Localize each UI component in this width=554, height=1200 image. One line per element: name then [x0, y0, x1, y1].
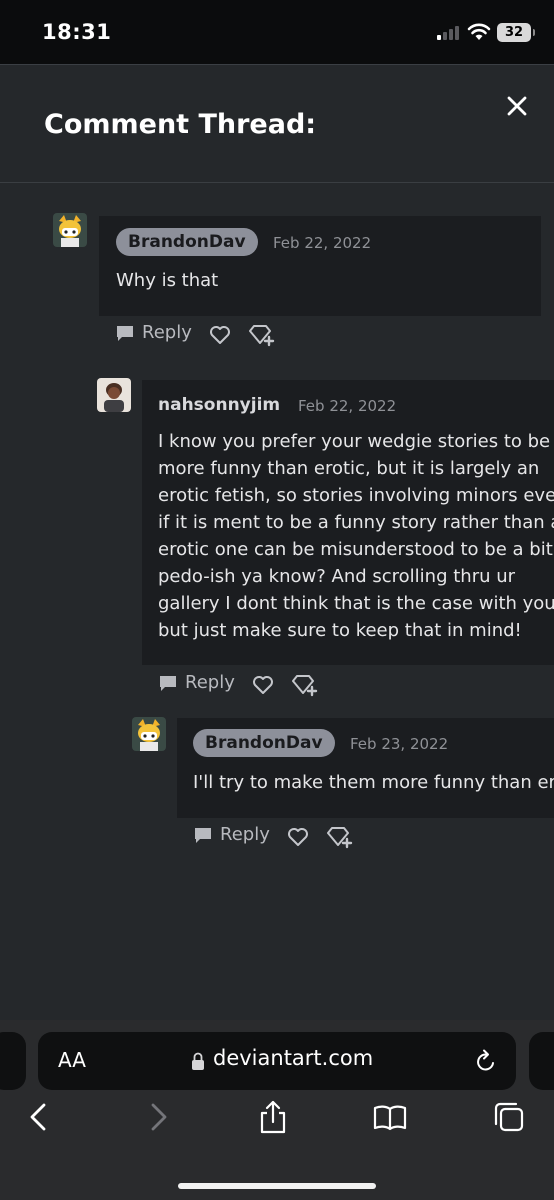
reply-bubble-icon [195, 827, 211, 843]
award-icon[interactable] [327, 825, 353, 849]
reply-label: Reply [220, 824, 270, 845]
next-tab-bar[interactable] [529, 1032, 554, 1090]
heart-icon[interactable] [209, 324, 231, 346]
comment-line: pedo-ish ya know? And scrolling thru ur [158, 566, 516, 587]
modal-header: Comment Thread: [0, 65, 554, 183]
status-time: 18:31 [42, 20, 112, 44]
avatar[interactable] [132, 717, 166, 751]
previous-tab-bar[interactable] [0, 1032, 26, 1090]
tabs-icon[interactable] [492, 1100, 526, 1134]
bookmarks-icon[interactable] [373, 1100, 407, 1134]
comment-line: if it is ment to be a funny story rather… [158, 512, 554, 533]
reply-bubble-icon [117, 325, 133, 341]
comment-date[interactable]: Feb 23, 2022 [350, 735, 448, 753]
comment-line: I'll try to make them more funny than er… [193, 772, 554, 793]
heart-icon[interactable] [252, 674, 274, 696]
comment-text: I know you prefer your wedgie stories to… [158, 428, 554, 644]
modal-title: Comment Thread: [44, 109, 317, 140]
avatar[interactable] [53, 213, 87, 247]
reader-settings-button[interactable]: AA [58, 1048, 86, 1072]
comment-line: gallery I dont think that is the case wi… [158, 593, 554, 614]
comment-actions: Reply [115, 322, 275, 348]
heart-icon[interactable] [287, 826, 309, 848]
reply-button[interactable]: Reply [115, 322, 192, 343]
reply-bubble-icon [160, 675, 176, 691]
comment-line: but just make sure to keep that in mind! [158, 620, 522, 641]
comment-line: erotic fetish, so stories involving mino… [158, 485, 554, 506]
avatar[interactable] [97, 378, 131, 412]
username[interactable]: BrandonDav [116, 228, 258, 256]
username[interactable]: BrandonDav [193, 729, 335, 757]
comment-actions: Reply [158, 672, 318, 698]
comment-line: more funny than erotic, but it is largel… [158, 458, 540, 479]
reply-label: Reply [185, 672, 235, 693]
reply-button[interactable]: Reply [193, 824, 270, 845]
share-icon[interactable] [256, 1100, 290, 1134]
lock-icon [192, 1052, 204, 1070]
status-bar: 18:31 32 [0, 0, 554, 64]
comment-line: erotic one can be misunderstood to be a … [158, 539, 554, 560]
comment-text: Why is that [116, 267, 218, 294]
reply-button[interactable]: Reply [158, 672, 235, 693]
comment-line: Why is that [116, 270, 219, 291]
comment-thread-modal: Comment Thread: BrandonDav Feb 22, 2022 … [0, 64, 554, 1020]
comment-date[interactable]: Feb 22, 2022 [298, 397, 396, 415]
forward-icon[interactable] [141, 1100, 175, 1134]
comment-line: I know you prefer your wedgie stories to… [158, 431, 551, 452]
address-bar[interactable]: AA deviantart.com [38, 1032, 516, 1090]
cellular-signal-icon [437, 26, 463, 40]
comment-box: nahsonnyjim Feb 22, 2022 I know you pref… [142, 380, 554, 665]
comment-date[interactable]: Feb 22, 2022 [273, 234, 371, 252]
comment-text: I'll try to make them more funny than er… [193, 769, 554, 796]
battery-indicator: 32 [497, 23, 535, 42]
url-text[interactable]: deviantart.com [213, 1046, 373, 1070]
reply-label: Reply [142, 322, 192, 343]
comment-box: BrandonDav Feb 22, 2022 Why is that [99, 216, 541, 316]
award-icon[interactable] [292, 673, 318, 697]
reload-icon[interactable] [474, 1048, 498, 1074]
home-indicator[interactable] [178, 1183, 376, 1189]
award-icon[interactable] [249, 323, 275, 347]
close-icon[interactable] [500, 89, 534, 123]
comment-box: BrandonDav Feb 23, 2022 I'll try to make… [177, 718, 554, 818]
wifi-icon [467, 23, 491, 40]
back-icon[interactable] [22, 1100, 56, 1134]
comment-actions: Reply [193, 824, 353, 850]
username[interactable]: nahsonnyjim [158, 395, 280, 415]
